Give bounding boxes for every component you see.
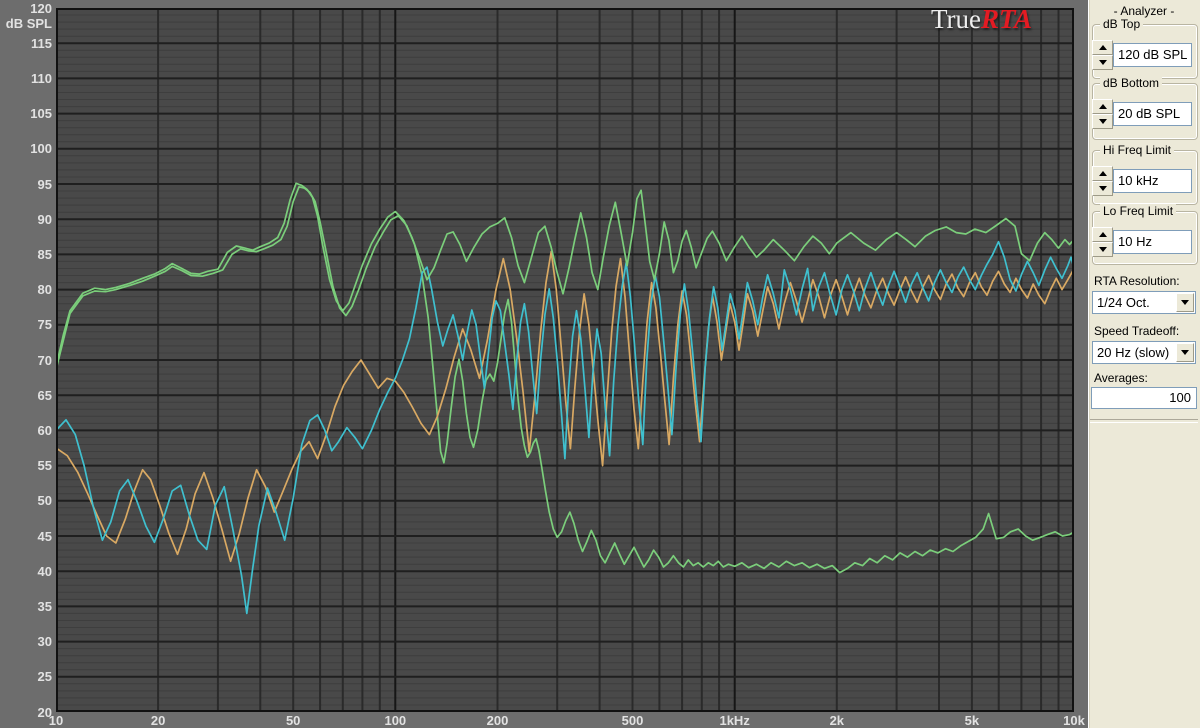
db-bottom-label: dB Bottom [1100, 76, 1162, 90]
y-tick-label: 85 [0, 248, 52, 261]
trace-cyan-response [56, 242, 1074, 614]
y-tick-label: 30 [0, 635, 52, 648]
y-tick-label: 110 [0, 72, 52, 85]
analyzer-panel: - Analyzer - dB Top 120 dB SPL dB Bottom… [1088, 0, 1200, 728]
averages-field[interactable]: 100 [1091, 387, 1197, 409]
x-tick-label: 5k [942, 713, 1002, 728]
panel-title: - Analyzer - [1088, 4, 1200, 18]
y-tick-label: 115 [0, 37, 52, 50]
averages-label: Averages: [1094, 371, 1148, 385]
rta-resolution-label: RTA Resolution: [1094, 274, 1180, 288]
y-tick-label: 80 [0, 283, 52, 296]
rta-resolution-dropdown-button[interactable] [1176, 293, 1194, 312]
y-tick-label: 45 [0, 530, 52, 543]
group-hi-freq-limit: Hi Freq Limit 10 kHz [1092, 150, 1198, 205]
y-tick-label: 90 [0, 213, 52, 226]
y-tick-label: 40 [0, 565, 52, 578]
down-arrow-icon [1099, 186, 1107, 191]
logo-rta-text: RTA [981, 4, 1032, 34]
y-tick-label: 50 [0, 494, 52, 507]
x-tick-label: 50 [263, 713, 323, 728]
up-arrow-icon [1099, 232, 1107, 237]
lo-freq-spin-up-button[interactable] [1092, 227, 1113, 242]
hi-freq-spin-up-button[interactable] [1092, 166, 1113, 181]
x-tick-label: 2k [807, 713, 867, 728]
db-bottom-spin-down-button[interactable] [1092, 114, 1113, 129]
y-tick-label: 35 [0, 600, 52, 613]
y-tick-label: 25 [0, 670, 52, 683]
db-top-spin-down-button[interactable] [1092, 55, 1113, 70]
y-tick-label: 65 [0, 389, 52, 402]
db-bottom-spinner [1092, 99, 1113, 129]
group-lo-freq-limit: Lo Freq Limit 10 Hz [1092, 211, 1198, 265]
x-tick-label: 200 [467, 713, 527, 728]
lo-freq-spin-down-button[interactable] [1092, 242, 1113, 257]
x-tick-label: 20 [128, 713, 188, 728]
hi-freq-limit-field[interactable]: 10 kHz [1113, 169, 1192, 193]
logo-true-text: True [931, 4, 981, 34]
lo-freq-limit-field[interactable]: 10 Hz [1113, 230, 1192, 254]
y-axis-unit-label: dB SPL [0, 16, 52, 31]
up-arrow-icon [1099, 104, 1107, 109]
x-tick-label: 10 [26, 713, 86, 728]
lo-freq-spinner [1092, 227, 1113, 257]
db-top-field[interactable]: 120 dB SPL [1113, 43, 1192, 67]
spectrum-plot [56, 8, 1074, 712]
speed-tradeoff-label: Speed Tradeoff: [1094, 324, 1179, 338]
dropdown-arrow-icon [1181, 300, 1189, 305]
down-arrow-icon [1099, 247, 1107, 252]
hi-freq-spinner [1092, 166, 1113, 196]
db-top-spinner [1092, 40, 1113, 70]
down-arrow-icon [1099, 119, 1107, 124]
panel-divider [1090, 419, 1198, 423]
rta-resolution-select[interactable]: 1/24 Oct. [1092, 291, 1196, 314]
rta-chart-region: 120 115 110 105 100 95 90 85 80 75 70 65 60 55 50 45 40 3… [0, 0, 1088, 728]
speed-tradeoff-dropdown-button[interactable] [1176, 343, 1194, 362]
x-tick-label: 100 [365, 713, 425, 728]
dropdown-arrow-icon [1181, 350, 1189, 355]
y-tick-label: 70 [0, 354, 52, 367]
db-top-label: dB Top [1100, 17, 1143, 31]
speed-tradeoff-select[interactable]: 20 Hz (slow) [1092, 341, 1196, 364]
hi-freq-limit-label: Hi Freq Limit [1100, 143, 1174, 157]
y-tick-label: 60 [0, 424, 52, 437]
down-arrow-icon [1099, 60, 1107, 65]
up-arrow-icon [1099, 45, 1107, 50]
group-db-top: dB Top 120 dB SPL [1092, 24, 1198, 79]
x-tick-label: 1kHz [705, 713, 765, 728]
x-tick-label: 10k [1044, 713, 1088, 728]
y-tick-label: 100 [0, 142, 52, 155]
y-tick-label: 120 [0, 2, 52, 15]
x-tick-label: 500 [603, 713, 663, 728]
group-db-bottom: dB Bottom 20 dB SPL [1092, 83, 1198, 140]
speed-tradeoff-value: 20 Hz (slow) [1097, 342, 1169, 363]
y-tick-label: 95 [0, 178, 52, 191]
y-tick-label: 75 [0, 318, 52, 331]
db-top-spin-up-button[interactable] [1092, 40, 1113, 55]
db-bottom-field[interactable]: 20 dB SPL [1113, 102, 1192, 126]
hi-freq-spin-down-button[interactable] [1092, 181, 1113, 196]
y-tick-label: 55 [0, 459, 52, 472]
truerta-logo: TrueRTA [931, 4, 1032, 35]
y-tick-label: 105 [0, 107, 52, 120]
lo-freq-limit-label: Lo Freq Limit [1100, 204, 1176, 218]
up-arrow-icon [1099, 171, 1107, 176]
db-bottom-spin-up-button[interactable] [1092, 99, 1113, 114]
rta-resolution-value: 1/24 Oct. [1097, 292, 1150, 313]
